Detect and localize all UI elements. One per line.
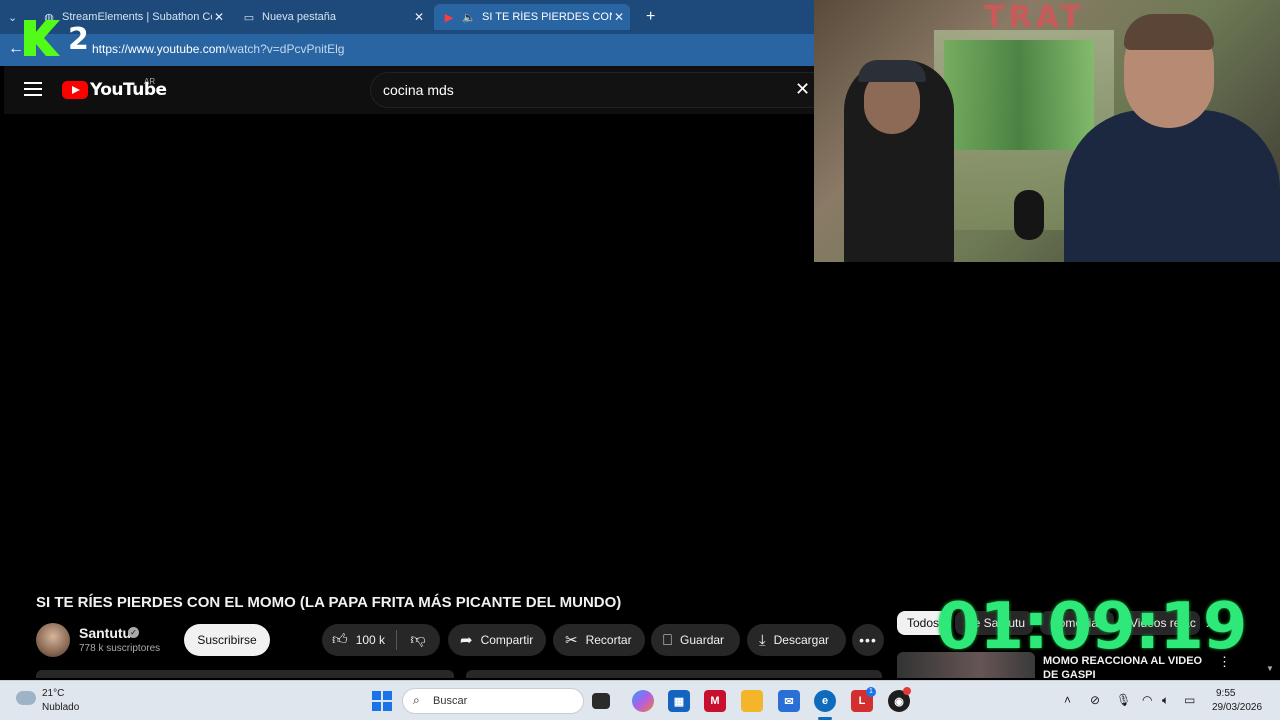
like-dislike-group: 👍︎ 100 k 👎︎ <box>322 624 440 656</box>
clock-time[interactable]: 9:55 <box>1216 688 1235 699</box>
download-button[interactable]: ⤓ Descargar <box>747 624 846 656</box>
copilot-icon[interactable] <box>632 690 654 712</box>
download-icon: ⤓ <box>759 631 766 649</box>
close-icon[interactable]: ✕ <box>214 10 224 24</box>
menu-icon[interactable] <box>24 82 42 96</box>
store-icon[interactable]: ▦ <box>668 690 690 712</box>
tab-label: SI TE RÍES PIERDES CON EL M <box>482 11 612 23</box>
avatar[interactable] <box>36 623 70 657</box>
subscribe-button[interactable]: Suscribirse <box>184 624 270 656</box>
volume-icon[interactable]: 🔈︎ <box>1162 693 1169 708</box>
meet-now-icon[interactable]: ⊘ <box>1090 693 1100 707</box>
more-vertical-icon[interactable]: ⋮ <box>1218 654 1231 670</box>
dislike-button[interactable]: 👎︎ <box>397 631 439 649</box>
tab-new-tab[interactable]: ▭ Nueva pestaña ✕ <box>234 4 430 30</box>
webcam-curtain <box>944 40 1094 150</box>
clip-button[interactable]: ✂ Recortar <box>553 624 645 656</box>
outlook-icon[interactable]: ✉ <box>778 690 800 712</box>
search-value: cocina mds <box>383 82 454 98</box>
subscriber-count: 778 k suscriptores <box>79 643 161 654</box>
address-bar: ← https://www.youtube.com/watch?v=dPcvPn… <box>0 34 814 66</box>
bookmark-icon: ⎕ <box>663 631 673 649</box>
tab-streamelements[interactable]: ◍ StreamElements | Subathon Count ✕ <box>34 4 230 30</box>
wifi-icon[interactable]: ◠ <box>1142 693 1152 707</box>
file-explorer-icon[interactable] <box>741 690 763 712</box>
download-label: Descargar <box>773 633 829 647</box>
description-card <box>36 670 454 678</box>
thumbs-down-icon: 👎︎ <box>410 631 426 648</box>
url-path: /watch?v=dPcvPnitElg <box>225 42 345 56</box>
recommended-thumbnail[interactable] <box>897 652 1035 678</box>
webcam-overlay: TRAT <box>814 0 1280 262</box>
k-logo-icon <box>24 20 60 56</box>
taskbar: 21°C Nublado ⌕ Buscar ▦ M ✉ e L 1 ◉ ˄ ⊘ … <box>0 680 1280 720</box>
clip-label: Recortar <box>585 633 632 647</box>
channel-name[interactable]: Santutu <box>79 625 131 641</box>
search-icon: ⌕ <box>413 693 420 707</box>
verified-icon: ✓ <box>128 627 139 638</box>
chevron-up-icon[interactable]: ˄ <box>1064 693 1071 707</box>
clock-date[interactable]: 29/03/2026 <box>1212 702 1262 713</box>
share-label: Compartir <box>480 633 534 647</box>
battery-icon[interactable]: ▭ <box>1184 693 1195 707</box>
share-icon: ➦ <box>460 632 473 649</box>
edge-browser-icon[interactable]: e <box>814 690 836 712</box>
browser-tab-bar: ⌄ ◍ StreamElements | Subathon Count ✕ ▭ … <box>0 0 814 34</box>
like-count: 100 k <box>355 633 386 647</box>
weather-temperature[interactable]: 21°C <box>42 688 64 699</box>
taskbar-search-placeholder: Buscar <box>433 695 468 707</box>
share-button[interactable]: ➦ Compartir <box>448 624 546 656</box>
chevron-down-icon: ⌄ <box>8 11 18 24</box>
weather-description[interactable]: Nublado <box>42 702 79 713</box>
youtube-play-icon <box>62 81 88 99</box>
url-host: https://www.youtube.com <box>92 42 226 56</box>
save-label: Guardar <box>680 633 725 647</box>
new-tab-button[interactable]: + <box>638 4 662 30</box>
country-code: AR <box>144 77 156 86</box>
mcafee-icon[interactable]: M <box>704 690 726 712</box>
close-icon[interactable]: ✕ <box>614 10 624 24</box>
url-field[interactable]: https://www.youtube.com/watch?v=dPcvPnit… <box>92 42 344 56</box>
webcam-person-right-hair <box>1124 14 1214 50</box>
youtube-header: YouTube AR cocina mds ✕ <box>4 66 818 114</box>
microphone-icon <box>1014 190 1044 240</box>
comments-card <box>466 670 882 678</box>
youtube-icon: ▶ <box>444 11 454 24</box>
logo-number: 2 <box>68 22 89 57</box>
recommended-title[interactable]: MOMO REACCIONA AL VIDEO DE GASPI <box>1043 654 1213 678</box>
recording-dot-icon <box>903 687 911 695</box>
webcam-person-right <box>1064 110 1280 262</box>
thumbs-up-icon: 👍︎ <box>332 631 348 648</box>
taskbar-search-input[interactable]: ⌕ Buscar <box>402 688 584 714</box>
notification-badge: 1 <box>866 687 876 697</box>
scissors-icon: ✂ <box>565 632 578 649</box>
close-icon[interactable]: ✕ <box>795 79 810 100</box>
webcam-sign: TRAT <box>984 0 1085 35</box>
more-actions-button[interactable]: ••• <box>852 624 884 656</box>
search-input[interactable]: cocina mds ✕ <box>370 72 818 108</box>
like-button[interactable]: 👍︎ 100 k <box>322 624 396 656</box>
cloud-icon[interactable] <box>16 691 36 705</box>
close-icon[interactable]: ✕ <box>414 10 424 24</box>
tab-label: Nueva pestaña <box>262 11 336 23</box>
scroll-down-arrow-icon[interactable]: ▼ <box>1266 664 1274 673</box>
task-view-icon[interactable] <box>592 693 610 709</box>
page-icon: ▭ <box>243 11 255 24</box>
microphone-icon[interactable]: 🎙︎ <box>1116 693 1131 707</box>
webcam-person-left-cap <box>858 60 926 82</box>
save-button[interactable]: ⎕ Guardar <box>651 624 740 656</box>
windows-start-icon[interactable] <box>372 691 392 711</box>
tab-youtube-active[interactable]: ▶ 🔈 SI TE RÍES PIERDES CON EL M ✕ <box>434 4 630 30</box>
speaker-icon[interactable]: 🔈 <box>462 10 476 24</box>
video-title: SI TE RÍES PIERDES CON EL MOMO (LA PAPA … <box>36 594 622 611</box>
